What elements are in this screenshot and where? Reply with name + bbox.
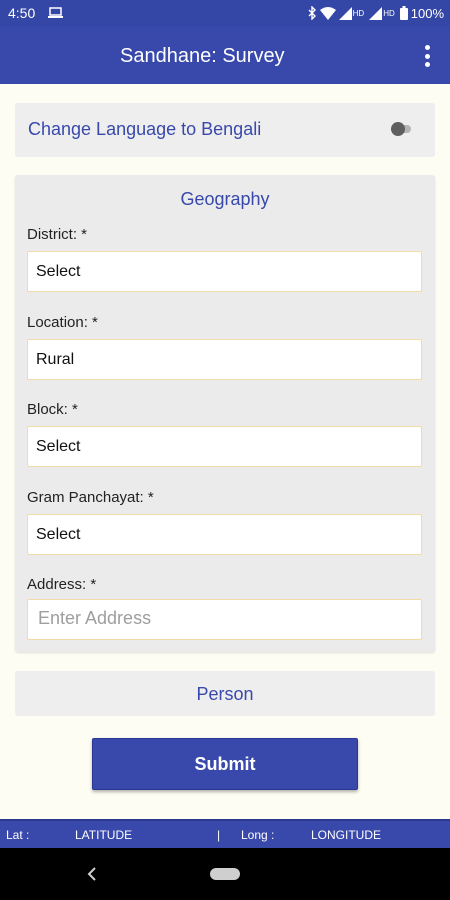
signal-icon [369,6,383,20]
latitude-value: LATITUDE [75,828,133,842]
gram-panchayat-label: Gram Panchayat: * [27,489,154,506]
longitude-value: LONGITUDE [311,828,382,842]
person-section[interactable]: Person [15,671,435,716]
language-toggle-label: Change Language to Bengali [28,119,262,139]
gram-panchayat-select[interactable]: Select [27,514,422,555]
district-label: District: * [27,226,87,243]
location-select[interactable]: Rural [27,339,422,380]
status-bar: 4:50 HD HD 100% [0,0,450,26]
submit-button[interactable]: Submit [92,738,358,790]
location-label: Location: * [27,314,98,331]
address-input[interactable] [27,599,422,640]
signal-icon [338,6,352,20]
coordinates-bar: Lat : LATITUDE | Long : LONGITUDE [0,819,450,848]
hd-badge: HD [352,8,365,18]
language-toggle-card[interactable]: Change Language to Bengali [15,103,435,157]
block-label: Block: * [27,401,78,418]
battery-icon [399,6,408,20]
district-select[interactable]: Select [27,251,422,292]
battery-percent: 100% [410,5,444,21]
geography-card: Geography District: * Select Location: *… [15,175,435,652]
laptop-icon [48,7,63,18]
longitude-label: Long : [241,828,275,842]
hd-badge: HD [383,8,395,18]
overflow-menu-icon[interactable] [418,45,436,67]
app-bar: Sandhane: Survey [0,26,450,84]
bluetooth-icon [308,6,316,20]
latitude-label: Lat : [6,828,30,842]
status-icons: HD HD 100% [308,4,444,22]
address-label: Address: * [27,576,97,593]
home-pill-icon[interactable] [210,868,240,880]
block-select[interactable]: Select [27,426,422,467]
back-icon[interactable] [86,866,98,882]
coords-separator: | [217,828,221,842]
navigation-bar [0,848,450,900]
switch-thumb [391,122,405,136]
language-switch[interactable] [391,122,413,136]
geography-title: Geography [180,189,270,209]
person-title: Person [196,684,254,704]
app-title: Sandhane: Survey [120,45,285,67]
wifi-icon [319,6,336,20]
status-time: 4:50 [8,5,36,21]
